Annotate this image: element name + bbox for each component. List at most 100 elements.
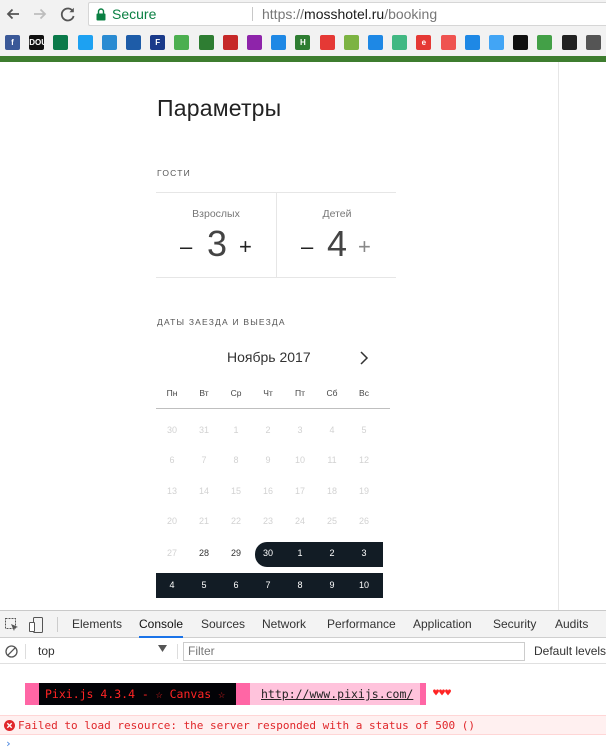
forward-button[interactable] — [29, 3, 51, 25]
url-host: mosshotel.ru — [304, 6, 385, 22]
tab-console[interactable]: Console — [139, 611, 184, 638]
tab-audits[interactable]: Audits — [555, 611, 588, 638]
target-icon[interactable] — [513, 35, 529, 50]
guests-section-title: ГОСТИ — [157, 168, 191, 178]
children-plus-button[interactable]: + — [358, 234, 371, 260]
bars-icon[interactable] — [53, 35, 69, 50]
chevron-right-icon[interactable] — [356, 350, 372, 366]
calendar-day: 15 — [230, 486, 241, 496]
tab-elements[interactable]: Elements — [72, 611, 122, 638]
inspect-element-icon[interactable] — [5, 618, 19, 632]
calendar-day: 21 — [198, 516, 209, 526]
secure-label: Secure — [112, 6, 157, 22]
calendar-day: 11 — [327, 455, 337, 465]
device-toolbar-icon[interactable] — [29, 617, 45, 633]
calendar-day[interactable]: 1 — [284, 547, 316, 559]
tab-sources[interactable]: Sources — [201, 611, 245, 638]
pocket-icon[interactable] — [368, 35, 383, 50]
calendar-day[interactable]: 30 — [252, 547, 284, 559]
page-title: Параметры — [157, 95, 282, 121]
codepen-icon[interactable] — [585, 35, 601, 50]
console-prompt-icon[interactable]: › — [5, 737, 12, 748]
console-filter-input[interactable]: Filter — [183, 642, 525, 661]
twitter-icon[interactable] — [77, 35, 93, 50]
weekday-label: Пт — [294, 388, 305, 398]
tab-network[interactable]: Network — [262, 611, 306, 638]
bookmarks-bar: f DOU F He — [0, 28, 606, 56]
star-icon[interactable] — [247, 35, 262, 50]
weekday-label: Чт — [263, 388, 273, 398]
url-separator — [252, 7, 253, 21]
calendar-day: 13 — [166, 486, 177, 496]
chart-icon[interactable] — [464, 35, 480, 50]
devtools-tabbar: Elements Console Sources Network Performance… — [0, 611, 606, 638]
clear-console-icon[interactable] — [5, 645, 18, 658]
log-levels-select[interactable]: Default levels — [534, 642, 606, 661]
pixi-link[interactable]: http://www.pixijs.com/ — [261, 687, 413, 701]
calendar-day[interactable]: 9 — [316, 579, 348, 591]
calendar-day: 17 — [294, 486, 305, 496]
calendar-day: 6 — [169, 455, 175, 465]
calendar-day: 23 — [262, 516, 273, 526]
guests-selector: Взрослых – 3 + Детей – 4 + — [156, 192, 396, 278]
reload-button[interactable] — [57, 3, 79, 25]
calendar-day: 14 — [198, 486, 209, 496]
adults-counter: Взрослых – 3 + — [156, 193, 276, 277]
error-icon — [4, 720, 15, 731]
context-select[interactable]: top — [30, 642, 171, 660]
omnibox[interactable]: Secure https://mosshotel.ru/booking — [88, 2, 606, 26]
butterfly-icon[interactable] — [271, 35, 287, 50]
calendar-day[interactable]: 4 — [156, 579, 188, 591]
calendar-day: 16 — [262, 486, 273, 496]
banner-pink-block — [420, 683, 426, 705]
vue-icon[interactable] — [392, 35, 408, 50]
calendar-day: 1 — [233, 425, 239, 435]
tab-application[interactable]: Application — [413, 611, 472, 638]
calendar-day: 5 — [361, 425, 367, 435]
adults-plus-button[interactable]: + — [239, 234, 252, 260]
console-toolbar: top Filter Default levels — [0, 639, 606, 664]
calendar-day[interactable]: 10 — [348, 579, 380, 591]
calendar-day[interactable]: 7 — [252, 579, 284, 591]
calendar-day[interactable]: 3 — [348, 547, 380, 559]
calendar-day[interactable]: 6 — [220, 579, 252, 591]
calendar-day[interactable]: 29 — [220, 547, 252, 559]
weekday-label: Вс — [359, 388, 369, 398]
f-icon[interactable]: F — [150, 35, 166, 50]
error-text: Failed to load resource: the server resp… — [18, 719, 475, 732]
slash-icon[interactable] — [126, 35, 141, 50]
eye-icon[interactable] — [343, 35, 359, 50]
umbrella-icon[interactable] — [101, 35, 117, 50]
youtube-icon[interactable] — [319, 35, 335, 50]
url-path: /booking — [384, 6, 438, 22]
adults-value: 3 — [206, 223, 228, 264]
children-minus-button[interactable]: – — [301, 234, 313, 260]
weekday-label: Сб — [326, 388, 338, 398]
weekday-rule — [156, 408, 390, 409]
github-icon[interactable] — [561, 35, 577, 50]
doc-icon[interactable] — [198, 35, 214, 50]
back-button[interactable] — [2, 3, 24, 25]
adults-minus-button[interactable]: – — [180, 234, 192, 260]
booking-page: Параметры ГОСТИ Взрослых – 3 + Детей – 4… — [0, 62, 606, 610]
tab-security[interactable]: Security — [493, 611, 536, 638]
calendar-day: 25 — [326, 516, 337, 526]
facebook-icon[interactable]: f — [5, 35, 20, 50]
diamond-icon[interactable] — [489, 35, 504, 50]
calendar-day: 24 — [294, 516, 305, 526]
calendar-day[interactable]: 28 — [188, 547, 220, 559]
lock-icon — [96, 8, 106, 21]
e-icon[interactable]: e — [416, 35, 432, 50]
calendar-day[interactable]: 2 — [316, 547, 348, 559]
bolt-icon[interactable] — [537, 35, 553, 50]
url-text: https://mosshotel.ru/booking — [262, 3, 437, 25]
square-icon[interactable] — [174, 35, 190, 50]
calendar-day[interactable]: 8 — [284, 579, 316, 591]
tab-performance[interactable]: Performance — [327, 611, 396, 638]
calendar-day: 18 — [326, 486, 337, 496]
h-icon[interactable]: H — [295, 35, 311, 50]
tab-icon[interactable] — [440, 35, 456, 50]
dou-icon[interactable]: DOU — [29, 35, 45, 50]
badge-icon[interactable] — [222, 35, 238, 50]
calendar-day[interactable]: 5 — [188, 579, 220, 591]
